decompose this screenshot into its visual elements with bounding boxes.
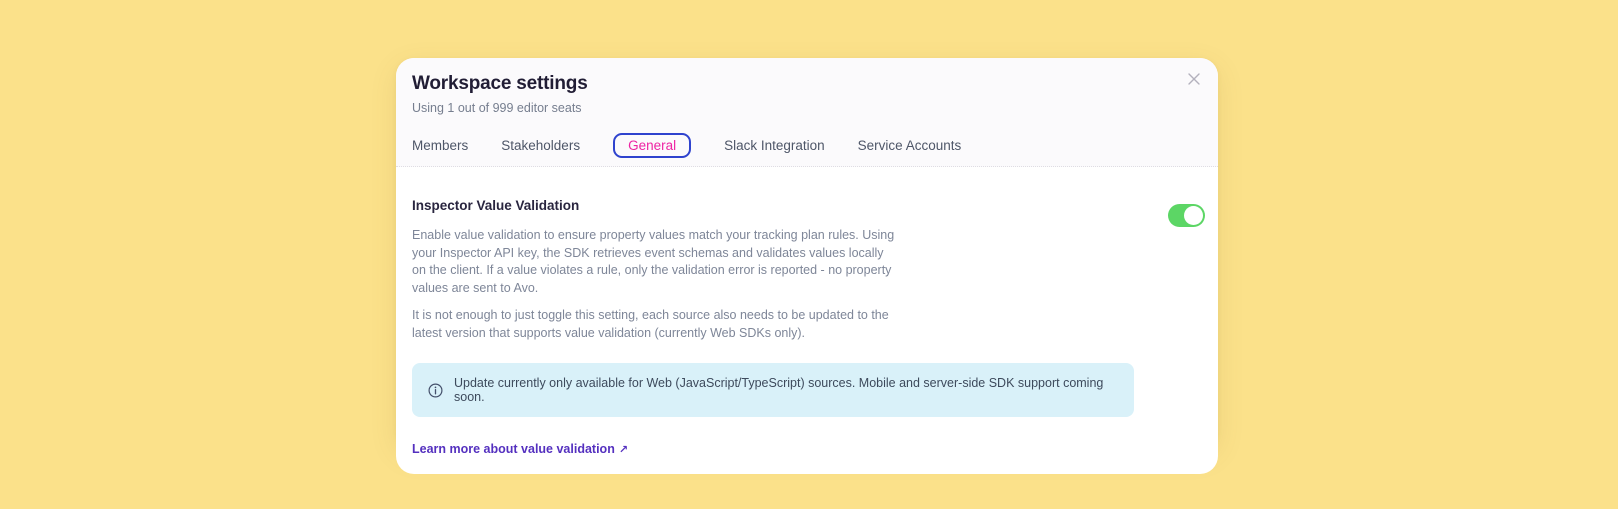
info-icon [428,382,443,398]
tab-service-accounts[interactable]: Service Accounts [858,138,962,153]
info-banner: Update currently only available for Web … [412,363,1134,417]
general-tab-panel: Inspector Value Validation Enable value … [396,167,1218,474]
section-title: Inspector Value Validation [412,198,580,213]
value-validation-toggle[interactable] [1168,204,1205,227]
settings-tab-bar: Members Stakeholders General Slack Integ… [412,133,1202,172]
tab-members[interactable]: Members [412,138,468,153]
toggle-knob [1184,206,1203,225]
learn-more-label: Learn more about value validation [412,442,615,456]
workspace-settings-modal: Workspace settings Using 1 out of 999 ed… [396,58,1218,474]
validation-description-paragraph: Enable value validation to ensure proper… [412,228,895,295]
close-button[interactable] [1184,71,1204,91]
info-banner-text: Update currently only available for Web … [454,376,1104,404]
learn-more-link[interactable]: Learn more about value validation ↗ [412,442,628,456]
modal-header: Workspace settings Using 1 out of 999 ed… [396,58,1218,172]
page-title: Workspace settings [412,73,588,94]
tab-stakeholders[interactable]: Stakeholders [501,138,580,153]
validation-note-paragraph: It is not enough to just toggle this set… [412,308,889,340]
editor-seats-subtitle: Using 1 out of 999 editor seats [412,101,582,115]
close-icon [1187,72,1201,91]
external-link-icon: ↗ [618,444,629,456]
tab-general[interactable]: General [613,133,692,172]
tab-slack-integration[interactable]: Slack Integration [724,138,825,153]
